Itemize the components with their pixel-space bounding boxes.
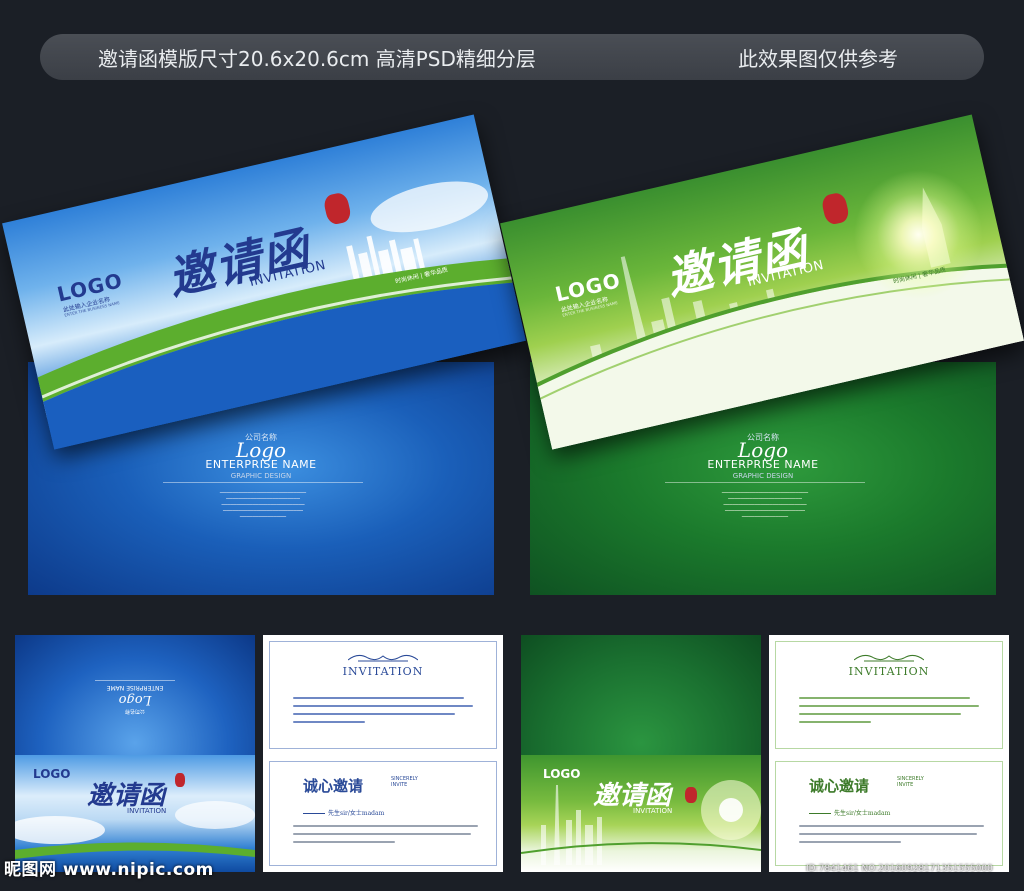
salute-underline (303, 813, 325, 814)
image-id-line: ID:7841461 NO:20160928171351555000 (806, 864, 993, 874)
sincere-invite-heading: 诚心邀请 (303, 777, 364, 795)
back-body-lines: ▁▁▁▁▁▁▁▁▁▁▁▁▁▁▁▁▁▁▁▁▁▁▁▁▁▁▁▁ ▁▁▁▁▁▁▁▁▁▁▁▁… (219, 488, 307, 517)
scroll-ornament-icon (854, 654, 924, 662)
banner-spec-text: 邀请函模版尺寸20.6x20.6cm 高清PSD精细分层 (98, 46, 536, 71)
card-logo: LOGO (33, 767, 71, 781)
back-divider (665, 482, 865, 483)
back-enterprise-name: ENTERPRISE NAME (205, 458, 317, 471)
green-spread-inner-bottom: 诚心邀请 SINCERELY INVITE 先生sir/女士madam (769, 755, 1009, 872)
back-graphic-design: GRAPHIC DESIGN (230, 472, 292, 480)
sincere-invite-heading: 诚心邀请 (809, 777, 870, 795)
card-invitation-label: INVITATION (127, 807, 167, 815)
site-watermark: 昵图网 www.nipic.com (4, 860, 214, 880)
banner-disclaimer-text: 此效果图仅供参考 (738, 46, 898, 71)
inner-body-lines (799, 825, 984, 849)
sincere-invite-en: SINCERELY INVITE (897, 776, 924, 788)
blue-spread-inner-bottom: 诚心邀请 SINCERELY INVITE 先生sir/女士madam (263, 755, 503, 872)
sincere-invite-en: SINCERELY INVITE (391, 776, 418, 788)
back-logo: Logo (118, 692, 152, 707)
green-spread-outer-top (521, 635, 761, 755)
header-banner: 邀请函模版尺寸20.6x20.6cm 高清PSD精细分层 此效果图仅供参考 (40, 34, 984, 80)
back-divider (95, 680, 175, 681)
blue-spread-outer-top: Logo 公司名称 ENTERPRISE NAME (15, 635, 255, 755)
card-invitation-label: INVITATION (633, 807, 673, 815)
green-spread-inner-top: INVITATION (769, 635, 1009, 755)
inner-body-lines (799, 697, 979, 729)
back-divider (163, 482, 363, 483)
scroll-ornament-icon (348, 654, 418, 662)
red-seal-icon (175, 773, 185, 787)
salute-text: 先生sir/女士madam (834, 810, 891, 817)
inner-body-lines (293, 697, 473, 729)
red-seal-icon (685, 787, 697, 803)
back-body-lines: ▁▁▁▁▁▁▁▁▁▁▁▁▁▁▁▁▁▁▁▁▁▁▁▁▁▁▁▁ ▁▁▁▁▁▁▁▁▁▁▁▁… (721, 488, 809, 517)
salute-text: 先生sir/女士madam (328, 810, 385, 817)
salute-underline (809, 813, 831, 814)
green-spread-outer-bottom: LOGO 邀请函 INVITATION (521, 755, 761, 872)
inner-invitation-heading: INVITATION (848, 665, 930, 678)
inner-invitation-heading: INVITATION (342, 665, 424, 678)
back-company-cn: 公司名称 (125, 708, 146, 714)
inner-body-lines (293, 825, 478, 849)
card-logo: LOGO (543, 767, 581, 781)
back-enterprise-name: ENTERPRISE NAME (707, 458, 819, 471)
back-enterprise-name: ENTERPRISE NAME (106, 684, 164, 691)
back-graphic-design: GRAPHIC DESIGN (732, 472, 794, 480)
blue-spread-inner-top: INVITATION (263, 635, 503, 755)
